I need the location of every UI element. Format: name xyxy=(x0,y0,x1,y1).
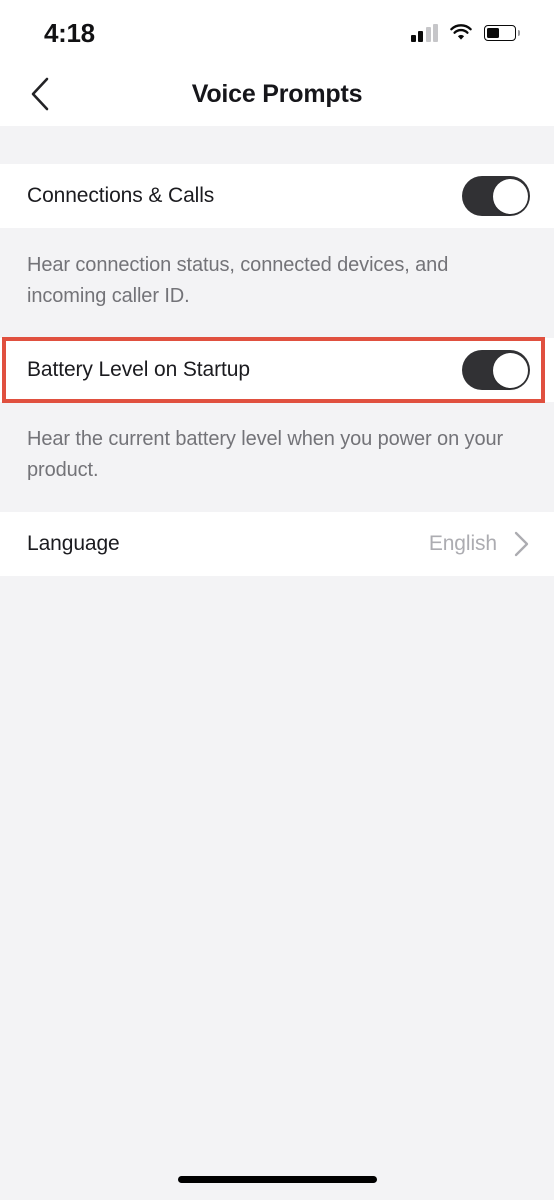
battery-cap xyxy=(517,30,520,36)
setting-row-connections-and-calls[interactable]: Connections & Calls xyxy=(0,164,554,228)
setting-label: Connections & Calls xyxy=(27,184,215,207)
section-spacer-top xyxy=(0,126,554,164)
language-value-group: English xyxy=(429,530,530,558)
back-button[interactable] xyxy=(14,68,66,120)
cellular-signal-icon xyxy=(410,24,439,42)
setting-label: Language xyxy=(27,532,120,555)
toggle-connections-and-calls[interactable] xyxy=(462,176,530,216)
setting-description-connections-and-calls: Hear connection status, connected device… xyxy=(0,228,554,338)
language-value: English xyxy=(428,532,497,555)
page-title: Voice Prompts xyxy=(191,79,363,108)
home-indicator-area xyxy=(0,1148,554,1200)
setting-row-battery-level-on-startup[interactable]: Battery Level on Startup xyxy=(0,338,554,402)
phone-screen: 4:18 Voice Prompts Connections & Calls H… xyxy=(0,0,554,1200)
battery-body xyxy=(484,25,517,41)
chevron-right-icon xyxy=(514,531,529,557)
highlighted-setting-wrapper: Battery Level on Startup xyxy=(0,337,554,403)
battery-icon xyxy=(484,25,520,41)
empty-content-area xyxy=(0,576,554,1148)
setting-description-battery-level-on-startup: Hear the current battery level when you … xyxy=(0,402,554,512)
settings-list: Connections & Calls Hear connection stat… xyxy=(0,126,554,1148)
toggle-knob xyxy=(492,178,528,214)
status-bar: 4:18 xyxy=(0,0,554,62)
navigation-bar: Voice Prompts xyxy=(0,62,554,126)
home-indicator[interactable] xyxy=(177,1176,377,1183)
toggle-knob xyxy=(492,352,528,388)
status-bar-icons xyxy=(410,24,520,42)
chevron-left-icon xyxy=(31,77,49,111)
wifi-icon xyxy=(450,24,473,40)
battery-fill xyxy=(486,27,499,39)
status-bar-time: 4:18 xyxy=(44,18,95,48)
toggle-battery-level-on-startup[interactable] xyxy=(462,350,530,390)
setting-row-language[interactable]: Language English xyxy=(0,512,554,576)
setting-label: Battery Level on Startup xyxy=(27,358,250,381)
